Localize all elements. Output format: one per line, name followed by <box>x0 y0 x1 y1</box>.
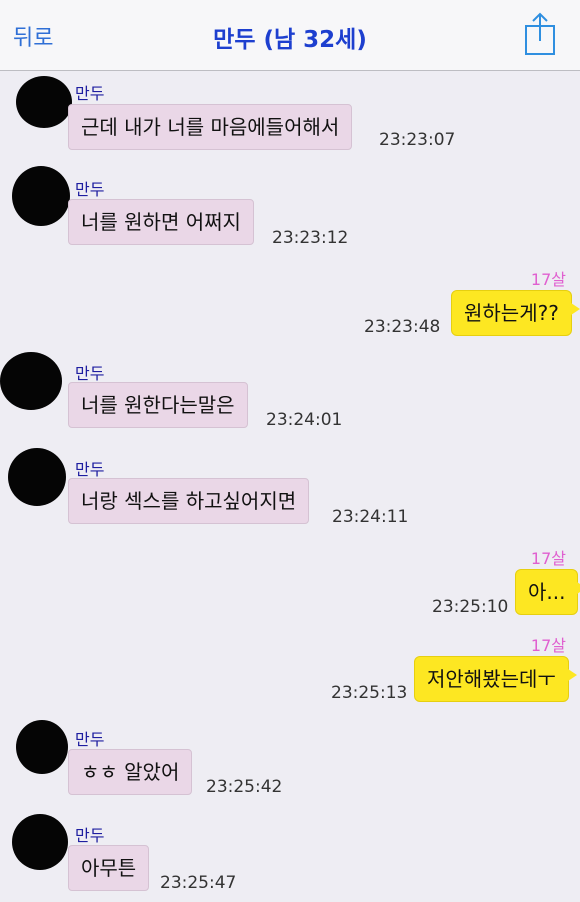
sender-name: 만두 <box>75 460 105 479</box>
message-bubble[interactable]: 너랑 섹스를 하고싶어지면 <box>68 478 310 524</box>
message-time: 23:25:10 <box>432 597 509 617</box>
message-time: 23:24:11 <box>332 507 409 527</box>
message-time: 23:25:13 <box>331 683 408 703</box>
message-bubble[interactable]: 아무튼 <box>68 845 150 891</box>
avatar[interactable] <box>12 718 74 774</box>
my-name-label: 17살 <box>530 270 566 289</box>
nav-bar: 뒤로 만두 (남 32세) <box>0 0 580 71</box>
message-bubble[interactable]: 원하는게?? <box>451 290 580 336</box>
message-time: 23:24:01 <box>266 410 343 430</box>
avatar[interactable] <box>8 448 70 506</box>
message-bubble[interactable]: 근데 내가 너를 마음에들어해서 <box>68 104 353 150</box>
message-bubble[interactable]: ㅎㅎ 알았어 <box>68 749 193 795</box>
sender-name: 만두 <box>75 730 105 749</box>
message-time: 23:25:47 <box>160 873 237 893</box>
avatar[interactable] <box>10 814 72 870</box>
chat-title: 만두 (남 32세) <box>213 27 367 53</box>
message-time: 23:23:12 <box>272 228 349 248</box>
message-time: 23:23:07 <box>379 130 456 150</box>
avatar[interactable] <box>10 166 72 226</box>
my-name-label: 17살 <box>530 549 566 568</box>
sender-name: 만두 <box>75 364 105 383</box>
share-icon[interactable] <box>524 12 556 56</box>
message-time: 23:23:48 <box>364 317 441 337</box>
avatar[interactable] <box>10 76 72 128</box>
message-bubble[interactable]: 저안해봤는데ㅜ <box>414 656 577 702</box>
sender-name: 만두 <box>75 84 105 103</box>
sender-name: 만두 <box>75 826 105 845</box>
message-bubble[interactable]: 너를 원하면 어쩌지 <box>68 199 254 245</box>
avatar[interactable] <box>0 352 62 410</box>
my-name-label: 17살 <box>530 636 566 655</box>
message-bubble[interactable]: 너를 원한다는말은 <box>68 382 248 428</box>
sender-name: 만두 <box>75 180 105 199</box>
message-bubble[interactable]: 아... <box>515 569 580 615</box>
message-time: 23:25:42 <box>206 777 283 797</box>
